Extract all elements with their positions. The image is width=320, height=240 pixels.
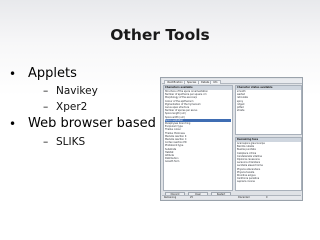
characters-list-title: Characters available [164, 86, 232, 90]
sub-bullet-navikey: Navikey [43, 85, 98, 97]
taxa-list-title: Remaining taxa [236, 138, 301, 142]
slide-title: Other Tools [110, 26, 210, 44]
sub-bullet-sliks: SLIKS [43, 136, 85, 148]
tab-identification[interactable]: Identification [164, 80, 186, 84]
taxa-list-panel: Remaining taxa Acarospora glaucocarpa Bac… [235, 137, 302, 191]
tab-info[interactable]: Info [210, 80, 221, 84]
status-remaining-label: Remaining [164, 196, 177, 199]
list-item[interactable]: striate [237, 109, 300, 112]
status-discarded-value: 0 [266, 196, 268, 199]
bullet-applets: Applets [9, 66, 77, 81]
states-list-panel: Character states available smooth warted r… [235, 85, 302, 135]
tab-species[interactable]: Species [184, 80, 200, 84]
bullet-web-browser-based: Web browser based [9, 116, 156, 131]
characters-list-panel: Characters available Structure of the sp… [163, 85, 233, 191]
list-item[interactable]: Lepraria incana [237, 180, 300, 183]
status-discarded-label: Discarded [238, 196, 250, 199]
states-list-title: Character states available [236, 86, 301, 90]
sub-bullet-xper2: Xper2 [43, 101, 87, 113]
list-item[interactable]: Growth form [165, 160, 231, 163]
sliks-screenshot: Identification Species Details Info Char… [160, 77, 303, 201]
screenshot-tab-bar: Identification Species Details Info [162, 79, 302, 84]
status-bar: Remaining 25 Discarded 0 [162, 195, 301, 199]
status-remaining-value: 25 [190, 196, 193, 199]
